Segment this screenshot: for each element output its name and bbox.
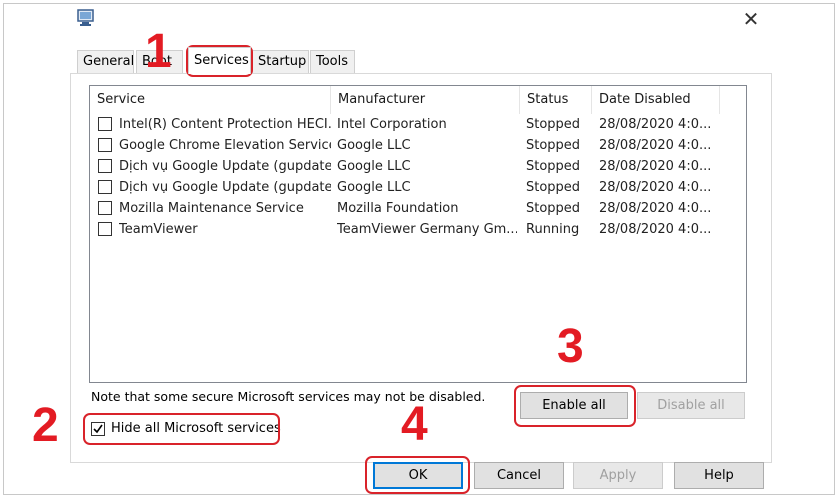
service-manufacturer: Google LLC bbox=[337, 180, 411, 195]
service-status: Stopped bbox=[526, 180, 581, 195]
service-name: TeamViewer bbox=[119, 222, 198, 237]
tab-general[interactable]: General bbox=[77, 50, 134, 73]
service-date-disabled: 28/08/2020 4:0... bbox=[599, 159, 712, 174]
services-list[interactable]: Service Manufacturer Status Date Disable… bbox=[89, 85, 747, 383]
service-status: Stopped bbox=[526, 117, 581, 132]
service-status: Stopped bbox=[526, 159, 581, 174]
tab-startup[interactable]: Startup bbox=[252, 50, 309, 73]
service-name: Google Chrome Elevation Service bbox=[119, 138, 331, 153]
service-checkbox[interactable] bbox=[98, 222, 112, 236]
tab-services[interactable]: Services bbox=[188, 47, 251, 74]
service-manufacturer: Mozilla Foundation bbox=[337, 201, 459, 216]
table-row[interactable]: Dịch vụ Google Update (gupdate) Google L… bbox=[90, 156, 746, 177]
annotation-number-3: 3 bbox=[557, 320, 584, 373]
service-date-disabled: 28/08/2020 4:0... bbox=[599, 201, 712, 216]
service-date-disabled: 28/08/2020 4:0... bbox=[599, 222, 712, 237]
annotation-number-1: 1 bbox=[145, 25, 172, 78]
service-status: Running bbox=[526, 222, 580, 237]
service-checkbox[interactable] bbox=[98, 201, 112, 215]
column-header-status[interactable]: Status bbox=[520, 86, 592, 114]
service-status: Stopped bbox=[526, 138, 581, 153]
column-header-service[interactable]: Service bbox=[90, 86, 331, 114]
cancel-button[interactable]: Cancel bbox=[474, 462, 564, 489]
table-row[interactable]: Mozilla Maintenance Service Mozilla Foun… bbox=[90, 198, 746, 219]
service-name: Intel(R) Content Protection HECI... bbox=[119, 117, 331, 132]
service-status: Stopped bbox=[526, 201, 581, 216]
service-date-disabled: 28/08/2020 4:0... bbox=[599, 180, 712, 195]
table-row[interactable]: Intel(R) Content Protection HECI... Inte… bbox=[90, 114, 746, 135]
annotation-number-4: 4 bbox=[401, 398, 428, 451]
service-manufacturer: Google LLC bbox=[337, 159, 411, 174]
table-row[interactable]: Dịch vụ Google Update (gupdate... Google… bbox=[90, 177, 746, 198]
annotation-ring-hide-ms bbox=[83, 413, 280, 445]
service-name: Mozilla Maintenance Service bbox=[119, 201, 304, 216]
table-row[interactable]: TeamViewer TeamViewer Germany Gm... Runn… bbox=[90, 219, 746, 240]
service-manufacturer: Google LLC bbox=[337, 138, 411, 153]
column-header-manufacturer[interactable]: Manufacturer bbox=[331, 86, 520, 114]
disable-all-button[interactable]: Disable all bbox=[637, 392, 745, 419]
service-checkbox[interactable] bbox=[98, 180, 112, 194]
close-icon[interactable]: ✕ bbox=[738, 6, 764, 32]
service-checkbox[interactable] bbox=[98, 159, 112, 173]
service-name: Dịch vụ Google Update (gupdate) bbox=[119, 159, 331, 174]
column-header-date-disabled[interactable]: Date Disabled bbox=[592, 86, 720, 114]
msconfig-icon bbox=[77, 9, 94, 26]
service-date-disabled: 28/08/2020 4:0... bbox=[599, 117, 712, 132]
service-manufacturer: Intel Corporation bbox=[337, 117, 447, 132]
service-checkbox[interactable] bbox=[98, 138, 112, 152]
annotation-ring-enable-all bbox=[514, 385, 636, 427]
apply-button[interactable]: Apply bbox=[573, 462, 663, 489]
service-name: Dịch vụ Google Update (gupdate... bbox=[119, 180, 331, 195]
tab-tools[interactable]: Tools bbox=[310, 50, 355, 73]
help-button[interactable]: Help bbox=[674, 462, 764, 489]
table-row[interactable]: Google Chrome Elevation Service Google L… bbox=[90, 135, 746, 156]
service-manufacturer: TeamViewer Germany Gm... bbox=[337, 222, 517, 237]
annotation-number-2: 2 bbox=[32, 399, 59, 452]
annotation-ring-ok bbox=[365, 456, 470, 494]
service-checkbox[interactable] bbox=[98, 117, 112, 131]
service-date-disabled: 28/08/2020 4:0... bbox=[599, 138, 712, 153]
